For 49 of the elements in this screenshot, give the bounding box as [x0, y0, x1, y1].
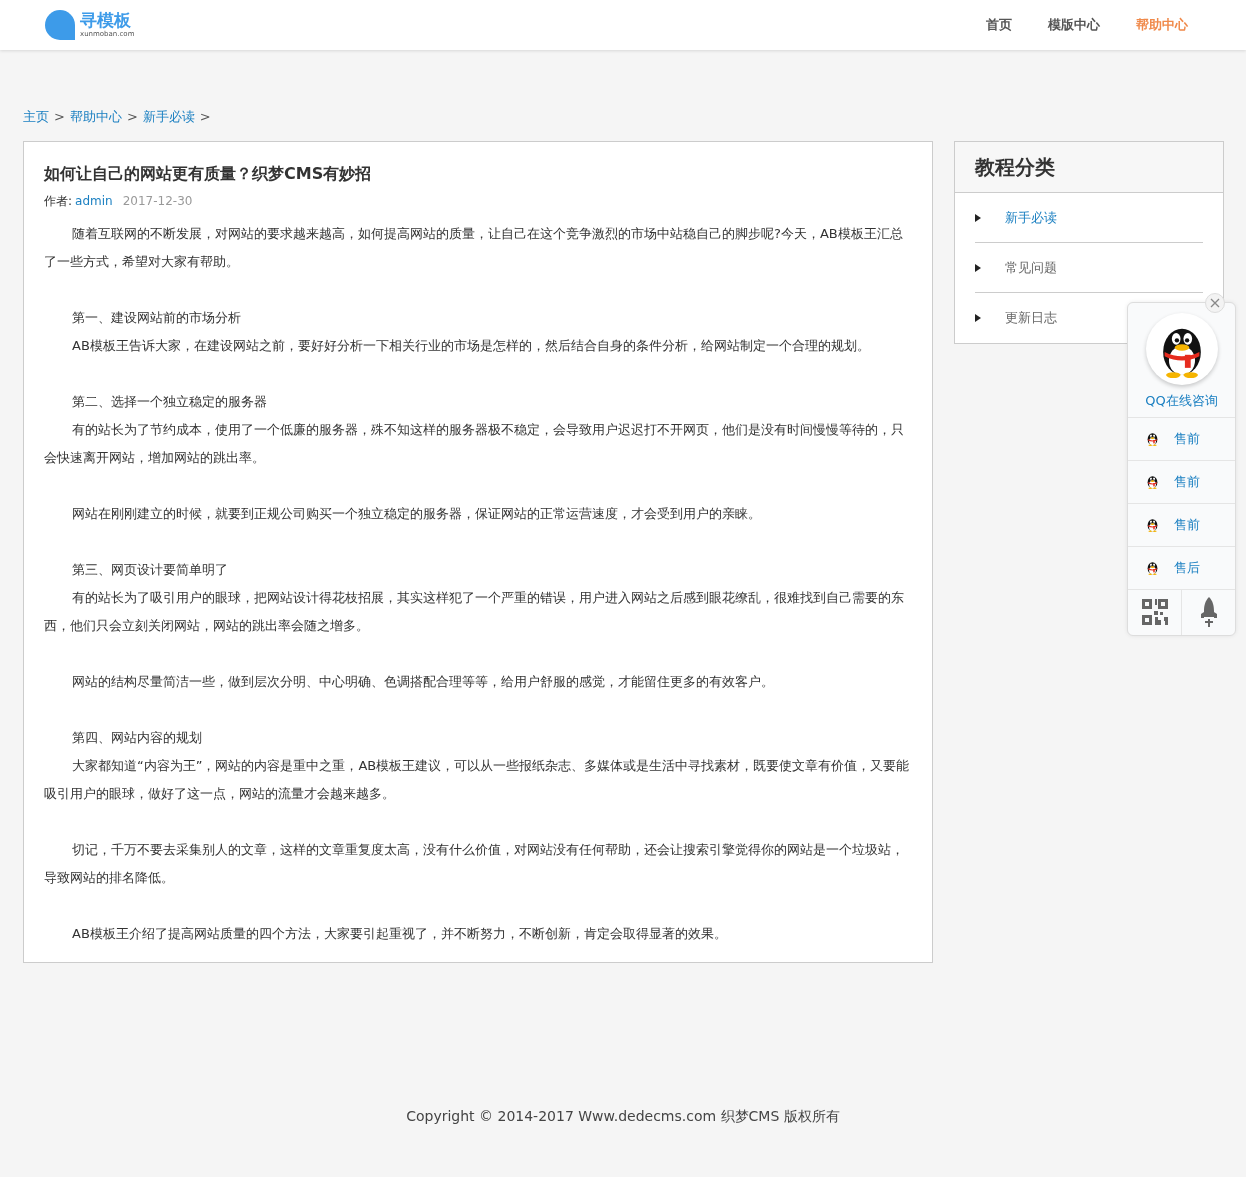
triangle-icon [975, 213, 981, 222]
qr-code-icon [1141, 599, 1168, 625]
close-icon [1210, 298, 1220, 308]
copyright-text: Copyright © 2014-2017 Www.dedecms.com 织梦CMS 版权所有 [406, 1107, 840, 1126]
breadcrumb-separator: > [54, 108, 65, 127]
category-item[interactable]: 常见问题 [975, 243, 1203, 293]
qq-contact-link[interactable]: 售前 [1128, 459, 1235, 503]
article-paragraph: 第二、选择一个独立稳定的服务器 [71, 393, 268, 411]
article-title: 如何让自己的网站更有质量？织梦CMS有妙招 [44, 163, 373, 185]
nav-link[interactable]: 首页 [986, 15, 1012, 35]
sidebar-title: 教程分类 [975, 154, 1055, 181]
article-date: 2017-12-30 [122, 193, 193, 210]
author-label: 作者: [44, 193, 73, 210]
author-link[interactable]: admin [75, 192, 113, 210]
penguin-icon [1145, 517, 1160, 532]
qq-contact-link[interactable]: 售前 [1128, 502, 1235, 546]
penguin-icon [1145, 560, 1160, 575]
breadcrumb-separator: > [126, 108, 138, 127]
category-item[interactable]: 新手必读 [975, 193, 1203, 243]
article-paragraph: 有的站长为了节约成本，使用了一个低廉的服务器，殊不知这样的服务器极不稳定，会导致用户迟迟打不开网页，他们是没有时间慢慢等待的，只会快速离开网站，增加网站的跳出率。 [44, 421, 905, 467]
breadcrumb-separator: > [199, 108, 211, 127]
rocket-icon [1198, 597, 1219, 627]
qq-contact-link[interactable]: 售前 [1128, 416, 1235, 460]
article-paragraph: 网站在刚刚建立的时候，就要到正规公司购买一个独立稳定的服务器，保证网站的正常运营速度，才会受到用户的亲睐。 [71, 505, 762, 523]
article-paragraph: 随着互联网的不断发展，对网站的要求越来越高，如何提高网站的质量，让自己在这个竞争激烈的市场中站稳自己的脚步呢?今天，AB模板王汇总了一些方式，希望对大家有帮助。 [44, 225, 904, 271]
article-paragraph: 第三、网页设计要简单明了 [71, 561, 229, 579]
triangle-icon [975, 314, 981, 322]
breadcrumb-link[interactable]: 主页 [23, 107, 49, 127]
logo-text: 寻模板 [80, 12, 132, 29]
article-paragraph: 第四、网站内容的规划 [71, 729, 203, 747]
article-paragraph: 有的站长为了吸引用户的眼球，把网站设计得花枝招展，其实这样犯了一个严重的错误，用户进入网站之后感到眼花缭乱，很难找到自己需要的东西，他们只会立刻关闭网站，网站的跳出率会随之增多。 [44, 589, 905, 635]
penguin-icon [1145, 431, 1160, 446]
article-paragraph: 第一、建设网站前的市场分析 [71, 309, 242, 327]
qq-widget-title: QQ在线咨询 [1145, 392, 1218, 410]
article-paragraph: AB模板王告诉大家，在建设网站之前，要好好分析一下相关行业的市场是怎样的，然后结合自身的条件分析，给网站制定一个合理的规划。 [71, 337, 871, 355]
penguin-icon [1145, 474, 1160, 489]
logo-icon [44, 9, 76, 41]
qq-contact-link[interactable]: 售后 [1128, 545, 1235, 589]
triangle-icon [975, 263, 981, 272]
breadcrumb-link[interactable]: 帮助中心 [69, 107, 122, 127]
nav-link[interactable]: 帮助中心 [1136, 15, 1188, 35]
breadcrumb-link[interactable]: 新手必读 [142, 107, 195, 127]
article-paragraph: AB模板王介绍了提高网站质量的四个方法，大家要引起重视了，并不断努力，不断创新，肯定会取得显著的效果。 [71, 925, 728, 943]
article-paragraph: 大家都知道“内容为王”，网站的内容是重中之重，AB模板王建议，可以从一些报纸杂志、多媒体或是生活中寻找素材，既要使文章有价值，又要能吸引用户的眼球，做好了这一点，网站的流量才会越来越多。 [44, 757, 911, 803]
category-item[interactable]: 更新日志 [975, 293, 1203, 343]
article-paragraph: 网站的结构尽量简洁一些，做到层次分明、中心明确、色调搭配合理等等，给用户舒服的感觉，才能留住更多的有效客户。 [71, 673, 775, 691]
close-button[interactable] [1205, 293, 1225, 313]
nav-link[interactable]: 模版中心 [1048, 15, 1100, 35]
article-paragraph: 切记，千万不要去采集别人的文章，这样的文章重复度太高，没有什么价值，对网站没有任何帮助，还会让搜索引擎觉得你的网站是一个垃圾站，导致网站的排名降低。 [44, 841, 905, 887]
